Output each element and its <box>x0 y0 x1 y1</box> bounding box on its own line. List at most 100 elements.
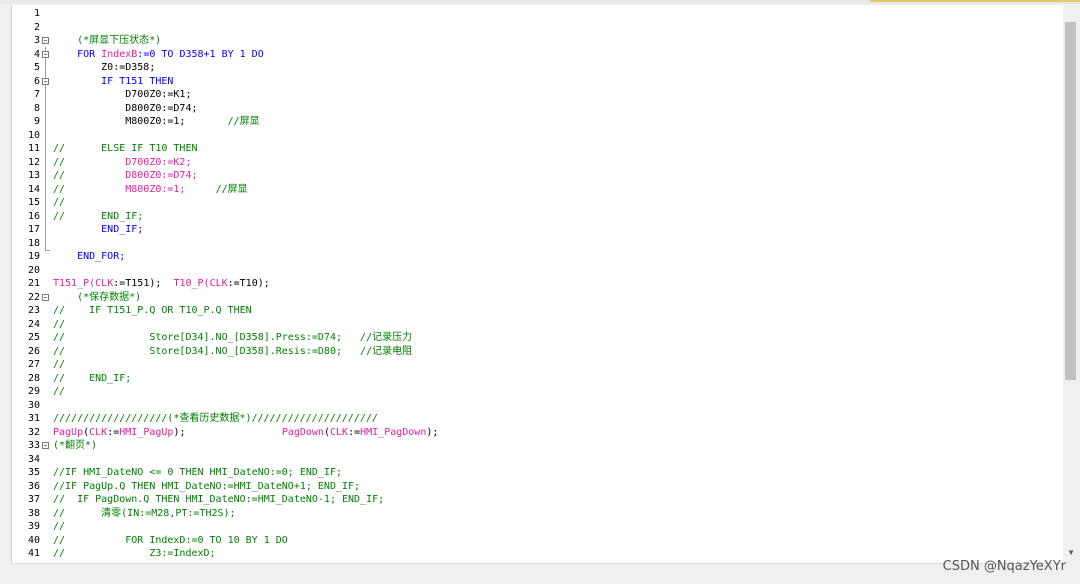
code-token: // <box>53 183 126 195</box>
code-line[interactable]: 17 END_IF; <box>12 223 1064 237</box>
fold-toggle-icon[interactable] <box>42 77 49 85</box>
code-line[interactable]: 6 IF T151 THEN <box>12 75 1064 89</box>
code-line[interactable]: 33 (*翻页*) <box>12 439 1064 453</box>
line-number: 38 <box>27 507 40 519</box>
code-line[interactable]: 21 T151_P(CLK:=T151); T10_P(CLK:=T10); <box>12 277 1064 291</box>
code-line[interactable]: 5 Z0:=D358; <box>12 61 1064 75</box>
code-line[interactable]: 3 (*屏显下压状态*) <box>12 34 1064 48</box>
code-line[interactable]: 24 // <box>12 318 1064 332</box>
line-number: 9 <box>33 116 40 127</box>
code-line[interactable]: 39 // <box>12 520 1064 534</box>
code-token: FOR <box>53 48 102 60</box>
code-token: ); <box>426 426 439 438</box>
code-token: // <box>53 170 126 181</box>
code-text: // Z3:=IndexD; <box>53 547 216 561</box>
code-token: // END_IF; <box>53 372 132 384</box>
line-number: 13 <box>27 170 40 181</box>
code-line[interactable]: 4 FOR IndexB:=0 TO D358+1 BY 1 DO <box>12 48 1064 62</box>
line-number: 30 <box>27 399 40 411</box>
code-token: M800Z0:=1; <box>125 183 186 195</box>
code-line[interactable]: 28 // END_IF; <box>12 372 1064 386</box>
line-number: 7 <box>33 89 40 100</box>
line-number: 23 <box>27 305 40 316</box>
line-number: 21 <box>27 278 40 289</box>
code-line[interactable]: 32 PagUp(CLK:=HMI_PagUp); PagDown(CLK:=HM… <box>12 426 1064 440</box>
code-line[interactable]: 8 D800Z0:=D74; <box>12 102 1064 116</box>
code-line[interactable]: 15 // <box>12 196 1064 210</box>
fold-toggle-icon[interactable] <box>42 50 49 58</box>
code-text: // Store[D34].NO_[D358].Resis:=D80; //记录… <box>53 345 412 359</box>
code-line[interactable]: 40 // FOR IndexD:=0 TO 10 BY 1 DO <box>12 534 1064 548</box>
code-line[interactable]: 13 // D800Z0:=D74; <box>12 169 1064 183</box>
code-line[interactable]: 19 END_FOR; <box>12 250 1064 264</box>
code-token: (*翻页*) <box>53 440 98 451</box>
line-number: 39 <box>27 521 40 532</box>
code-text: // Store[D34].NO_[D358].Press:=D74; //记录… <box>53 331 412 345</box>
line-number: 28 <box>27 372 40 384</box>
code-line[interactable]: 9 M800Z0:=1; //屏显 <box>12 115 1064 129</box>
code-text: ///////////////////(*查看历史数据*)///////////… <box>53 412 378 426</box>
code-line[interactable]: 35 //IF HMI_DateNO <= 0 THEN HMI_DateNO:=… <box>12 466 1064 480</box>
code-text: // D700Z0:=K2; <box>53 156 191 170</box>
line-number: 27 <box>27 359 40 370</box>
fold-toggle-icon[interactable] <box>42 442 49 449</box>
code-line[interactable]: 14 // M800Z0:=1; //屏显 <box>12 183 1064 197</box>
code-line[interactable]: 18 <box>12 237 1064 251</box>
code-line[interactable]: 26 // Store[D34].NO_[D358].Resis:=D80; //… <box>12 345 1064 359</box>
code-token: ///////////////////(*查看历史数据*)///////////… <box>53 413 378 424</box>
code-editor[interactable]: 123 (*屏显下压状态*) 4 FOR IndexB:=0 TO D358+1 … <box>11 5 1064 563</box>
code-token: :=T10); <box>227 278 270 289</box>
code-token: // <box>53 521 66 532</box>
line-number: 20 <box>27 264 40 276</box>
code-line[interactable]: 2 <box>12 21 1064 35</box>
code-line[interactable]: 31 ///////////////////(*查看历史数据*)/////////… <box>12 412 1064 426</box>
code-token: // IF T151_P.Q OR T10_P.Q THEN <box>53 305 252 316</box>
code-line[interactable]: 34 <box>12 453 1064 467</box>
fold-toggle-icon[interactable] <box>42 293 49 301</box>
code-text: // <box>53 358 65 372</box>
code-line[interactable]: 41 // Z3:=IndexD; <box>12 547 1064 561</box>
code-line[interactable]: 38 // 清零(IN:=M28,PT:=TH2S); <box>12 507 1064 521</box>
code-token: M800Z0:=1; <box>53 116 228 127</box>
code-token: // <box>53 386 66 397</box>
fold-toggle-icon[interactable] <box>42 37 49 44</box>
code-line[interactable]: 29 // <box>12 385 1064 399</box>
scroll-down-arrow-icon[interactable]: ▼ <box>1066 548 1076 558</box>
code-token: (*屏显下压状态*) <box>53 35 162 46</box>
code-line[interactable]: 36 //IF PagUp.Q THEN HMI_DateNO:=HMI_Date… <box>12 480 1064 494</box>
code-text: // FOR IndexD:=0 TO 10 BY 1 DO <box>53 534 288 548</box>
code-token: ); <box>173 426 186 438</box>
code-line[interactable]: 30 <box>12 399 1064 413</box>
code-text: END_IF; <box>53 223 143 237</box>
code-line[interactable]: 20 <box>12 264 1064 278</box>
code-text: // <box>53 520 65 534</box>
code-line[interactable]: 7 D700Z0:=K1; <box>12 88 1064 102</box>
code-token: // Z3:=IndexD; <box>53 548 216 559</box>
code-text: // M800Z0:=1; //屏显 <box>53 183 248 197</box>
code-line[interactable]: 1 <box>12 7 1064 21</box>
code-token: CLK <box>330 426 349 438</box>
code-line[interactable]: 22 (*保存数据*) <box>12 291 1064 305</box>
code-token: D800Z0:=D74; <box>53 102 198 114</box>
code-line[interactable]: 16 // END_IF; <box>12 210 1064 224</box>
vertical-scroll-thumb[interactable] <box>1065 22 1076 380</box>
code-line[interactable]: 11 // ELSE IF T10 THEN <box>12 142 1064 156</box>
code-token: // Store[D34].NO_[D358].Press:=D74; //记录… <box>53 332 413 343</box>
code-token: Z0:=D358; <box>53 62 156 73</box>
code-line[interactable]: 25 // Store[D34].NO_[D358].Press:=D74; //… <box>12 331 1064 345</box>
line-number: 18 <box>27 237 40 249</box>
code-line[interactable]: 10 <box>12 129 1064 143</box>
code-line[interactable]: 23 // IF T151_P.Q OR T10_P.Q THEN <box>12 304 1064 318</box>
code-text: //IF PagUp.Q THEN HMI_DateNO:=HMI_DateNO… <box>53 480 360 494</box>
line-number: 25 <box>27 332 40 343</box>
code-text: D700Z0:=K1; <box>53 88 191 102</box>
code-text: PagUp(CLK:=HMI_PagUp); PagDown(CLK:=HMI_… <box>53 426 438 440</box>
code-line[interactable]: 12 // D700Z0:=K2; <box>12 156 1064 170</box>
horizontal-scrollbar[interactable] <box>11 563 1063 581</box>
code-line[interactable]: 37 // IF PagDown.Q THEN HMI_DateNO:=HMI_D… <box>12 493 1064 507</box>
code-line[interactable]: 27 // <box>12 358 1064 372</box>
line-number: 40 <box>27 534 40 546</box>
code-token: END_IF; <box>53 224 144 235</box>
code-token: CLK <box>95 278 114 289</box>
line-number: 3 <box>33 35 40 46</box>
